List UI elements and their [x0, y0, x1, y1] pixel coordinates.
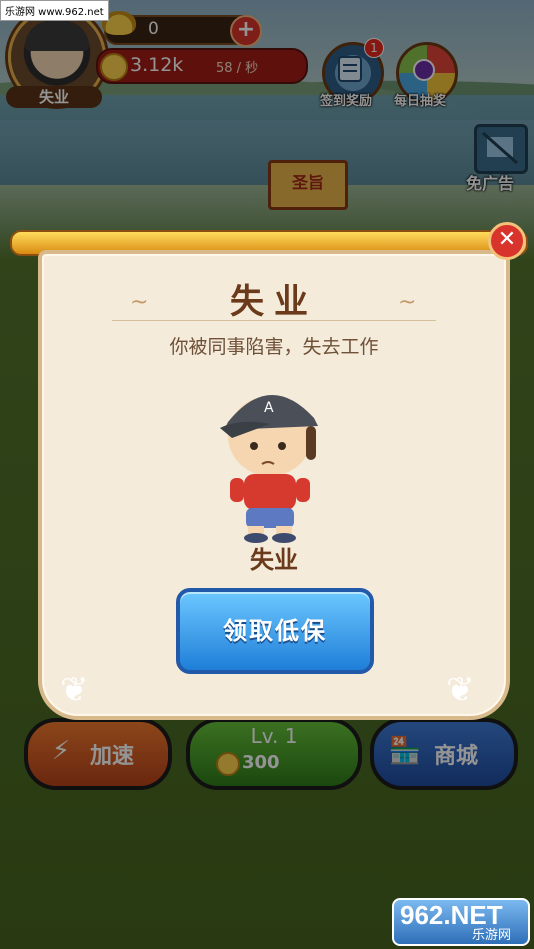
cloud-ornament-icon: ~: [398, 290, 417, 315]
dialog-title: 失业: [230, 282, 318, 322]
corner-ornament-icon: ❦: [60, 670, 89, 710]
corner-ornament-icon: ❦: [446, 670, 475, 710]
watermark-sub: 乐游网: [472, 928, 512, 943]
job-name: 失业: [250, 546, 298, 574]
watermark-bottom: 962.NET 乐游网: [392, 898, 530, 946]
dialog-description: 你被同事陷害，失去工作: [169, 336, 379, 358]
unemployed-dialog: 失业 ~ ~ 你被同事陷害，失去工作 A 失业 领取低保 ❦ ❦: [38, 250, 510, 720]
claim-welfare-button[interactable]: 领取低保: [176, 588, 374, 674]
cloud-ornament-icon: ~: [130, 290, 149, 315]
close-button[interactable]: ✕: [488, 222, 526, 260]
svg-text:A: A: [264, 400, 274, 416]
character-illustration: A: [220, 394, 318, 543]
watermark-top: 乐游网 www.962.net: [0, 0, 109, 21]
title-divider: [112, 320, 436, 321]
